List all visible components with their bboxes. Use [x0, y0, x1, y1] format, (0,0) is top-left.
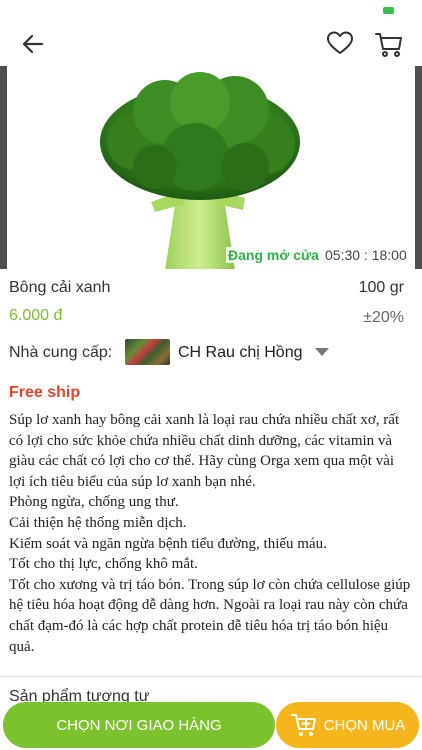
top-bar: [0, 22, 422, 66]
weight-tolerance: ±20%: [363, 309, 404, 326]
divider: [0, 676, 422, 677]
banner-edge-left: [0, 66, 7, 269]
product-image-banner: Đang mở cửa 05:30 : 18:00: [0, 66, 422, 269]
description-paragraph: Súp lơ xanh hay bông cải xanh là loại ra…: [9, 412, 400, 490]
product-price: 6.000 đ: [9, 307, 63, 324]
store-open-status: Đang mở cửa: [226, 247, 321, 263]
cart-icon[interactable]: [374, 30, 404, 58]
broccoli-image: [100, 72, 300, 269]
bottom-action-bar: CHỌN NƠI GIAO HÀNG CHỌN MUA: [0, 700, 422, 750]
buy-button[interactable]: CHỌN MUA: [276, 702, 419, 748]
description-paragraph: Phòng ngừa, chống ung thư.: [9, 494, 179, 511]
add-to-cart-icon: [290, 714, 316, 736]
product-weight: 100 gr: [358, 279, 404, 296]
description-paragraph: Tốt cho xương và trị táo bón. Trong súp …: [9, 576, 411, 655]
buy-label: CHỌN MUA: [323, 716, 406, 734]
product-name: Bông cải xanh: [9, 279, 111, 296]
description-paragraph: Kiểm soát và ngăn ngừa bệnh tiểu đường, …: [9, 535, 327, 552]
arrow-left-icon[interactable]: [20, 32, 46, 56]
description-paragraph: Tốt cho thị lực, chống khô mắt.: [9, 556, 198, 573]
supplier-label: Nhà cung cấp:: [9, 344, 113, 361]
supplier-name[interactable]: CH Rau chị Hồng: [178, 344, 303, 362]
battery-indicator: [383, 7, 394, 14]
banner-edge-right: [415, 66, 422, 269]
choose-delivery-label: CHỌN NƠI GIAO HÀNG: [56, 716, 222, 734]
product-description: Súp lơ xanh hay bông cải xanh là loại ra…: [9, 410, 414, 657]
free-ship-badge: Free ship: [9, 384, 81, 401]
description-paragraph: Cải thiện hệ thống miễn dịch.: [9, 514, 187, 531]
supplier-avatar[interactable]: [125, 339, 170, 365]
heart-icon[interactable]: [326, 30, 354, 56]
choose-delivery-button[interactable]: CHỌN NƠI GIAO HÀNG: [3, 702, 275, 748]
chevron-down-icon[interactable]: [315, 348, 329, 356]
store-hours: 05:30 : 18:00: [325, 247, 407, 263]
